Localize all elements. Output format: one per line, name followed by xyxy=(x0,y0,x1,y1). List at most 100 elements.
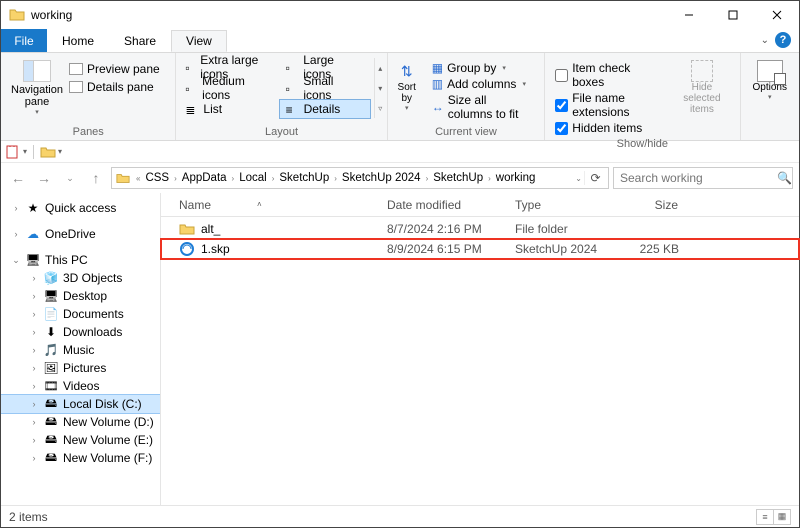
crumb[interactable]: Local xyxy=(236,172,270,184)
layout-small[interactable]: ▫Small icons xyxy=(279,78,371,98)
preview-pane-button[interactable]: Preview pane xyxy=(69,60,160,78)
size-columns-icon: ↔ xyxy=(432,100,444,114)
column-headers: Name˄ Date modified Type Size xyxy=(161,193,799,217)
search-input[interactable] xyxy=(618,170,777,186)
sort-by-button[interactable]: ⇅ Sort by ▾ xyxy=(392,56,422,124)
properties-icon[interactable] xyxy=(5,144,21,160)
group-by-button[interactable]: ▦Group by▾ xyxy=(426,60,540,76)
tree-item[interactable]: ›🖴New Volume (E:) xyxy=(1,431,160,449)
drive-icon: 🖴 xyxy=(43,415,59,429)
crumb[interactable]: working xyxy=(493,172,539,184)
tree-item[interactable]: ›🎞Videos xyxy=(1,377,160,395)
tree-item[interactable]: ›🎵Music xyxy=(1,341,160,359)
details-pane-button[interactable]: Details pane xyxy=(69,78,160,96)
crumb[interactable]: AppData xyxy=(179,172,230,184)
tab-file[interactable]: File xyxy=(1,29,47,52)
tree-item[interactable]: ›⬇Downloads xyxy=(1,323,160,341)
size-columns-button[interactable]: ↔Size all columns to fit xyxy=(426,92,540,122)
music-icon: 🎵 xyxy=(43,343,59,357)
minimize-button[interactable] xyxy=(667,1,711,29)
ribbon: Navigation pane ▾ Preview pane Details p… xyxy=(1,53,799,141)
tree-onedrive[interactable]: ›☁OneDrive xyxy=(1,225,160,243)
column-type[interactable]: Type xyxy=(507,198,607,212)
drive-icon: 🖴 xyxy=(43,397,59,411)
folder-icon[interactable] xyxy=(40,144,56,160)
status-count: 2 items xyxy=(9,510,48,524)
hide-selected-icon xyxy=(691,60,713,82)
tree-item[interactable]: ›🧊3D Objects xyxy=(1,269,160,287)
column-name[interactable]: Name˄ xyxy=(161,198,379,212)
layout-details[interactable]: ≡Details xyxy=(279,99,371,119)
search-box[interactable]: 🔍 xyxy=(613,167,793,189)
view-details-button[interactable]: ≡ xyxy=(756,509,774,525)
sort-indicator-icon: ˄ xyxy=(257,200,262,209)
refresh-button[interactable]: ⟳ xyxy=(584,171,606,185)
back-button[interactable]: ← xyxy=(7,167,29,189)
file-date: 8/9/2024 6:15 PM xyxy=(379,242,507,256)
content-area: ›★Quick access ›☁OneDrive ⌄🖥This PC ›🧊3D… xyxy=(1,193,799,505)
column-date[interactable]: Date modified xyxy=(379,198,507,212)
tree-item[interactable]: ›📄Documents xyxy=(1,305,160,323)
file-extensions-toggle[interactable]: File name extensions xyxy=(551,90,668,120)
address-bar[interactable]: « CSS› AppData› Local› SketchUp› SketchU… xyxy=(111,167,609,189)
tab-share[interactable]: Share xyxy=(109,30,171,52)
tree-quick-access[interactable]: ›★Quick access xyxy=(1,199,160,217)
layout-medium[interactable]: ▫Medium icons xyxy=(178,78,276,98)
layout-gallery[interactable]: ▫Extra large icons ▫Large icons ▴▾▿ ▫Med… xyxy=(178,55,386,124)
tree-item[interactable]: ›🖴New Volume (F:) xyxy=(1,449,160,467)
tree-item[interactable]: ›🖼Pictures xyxy=(1,359,160,377)
tab-view[interactable]: View xyxy=(171,30,227,52)
close-button[interactable] xyxy=(755,1,799,29)
window-title: working xyxy=(31,8,72,22)
details-pane-icon xyxy=(69,81,83,93)
address-dropdown-icon[interactable]: ⌄ xyxy=(573,174,584,183)
navigation-pane-button[interactable]: Navigation pane ▾ xyxy=(5,56,69,124)
view-thumbnails-button[interactable]: ▦ xyxy=(773,509,791,525)
forward-button[interactable]: → xyxy=(33,167,55,189)
downloads-icon: ⬇ xyxy=(43,325,59,339)
ribbon-collapse-chevron-icon[interactable]: ⌄ xyxy=(761,35,769,46)
navigation-tree[interactable]: ›★Quick access ›☁OneDrive ⌄🖥This PC ›🧊3D… xyxy=(1,193,161,505)
tab-home[interactable]: Home xyxy=(47,30,109,52)
crumb[interactable]: CSS xyxy=(142,172,172,184)
file-row[interactable]: 1.skp 8/9/2024 6:15 PM SketchUp 2024 225… xyxy=(161,239,799,259)
skp-icon xyxy=(179,241,195,257)
up-button[interactable]: ↑ xyxy=(85,167,107,189)
column-size[interactable]: Size xyxy=(607,198,687,212)
pc-icon: 🖥 xyxy=(25,253,41,267)
add-columns-button[interactable]: ▥Add columns▾ xyxy=(426,76,540,92)
recent-locations-button[interactable]: ⌄ xyxy=(59,167,81,189)
group-label-currentview: Current view xyxy=(388,124,544,140)
maximize-button[interactable] xyxy=(711,1,755,29)
qat-dropdown-icon[interactable]: ▾ xyxy=(58,147,62,156)
hidden-items-toggle[interactable]: Hidden items xyxy=(551,120,668,136)
file-row[interactable]: alt_ 8/7/2024 2:16 PM File folder xyxy=(161,219,799,239)
search-icon: 🔍 xyxy=(777,171,792,185)
add-columns-icon: ▥ xyxy=(432,77,443,91)
file-name: 1.skp xyxy=(201,242,230,256)
tree-item-local-disk-c[interactable]: ›🖴Local Disk (C:) xyxy=(1,395,160,413)
crumb[interactable]: SketchUp xyxy=(276,172,332,184)
options-icon xyxy=(757,60,783,82)
layout-list[interactable]: ≣List xyxy=(178,99,276,119)
options-button[interactable]: Options ▾ xyxy=(745,56,795,124)
hide-selected-button[interactable]: Hide selected items xyxy=(668,56,735,136)
tree-item[interactable]: ›🖴New Volume (D:) xyxy=(1,413,160,431)
crumb[interactable]: SketchUp xyxy=(430,172,486,184)
qat-dropdown-icon[interactable]: ▾ xyxy=(23,147,27,156)
group-label-layout: Layout xyxy=(176,124,386,140)
tree-this-pc[interactable]: ⌄🖥This PC xyxy=(1,251,160,269)
item-checkboxes-toggle[interactable]: Item check boxes xyxy=(551,60,668,90)
tree-item[interactable]: ›🖥Desktop xyxy=(1,287,160,305)
file-date: 8/7/2024 2:16 PM xyxy=(379,222,507,236)
help-icon[interactable]: ? xyxy=(775,32,791,48)
folder-icon xyxy=(9,7,25,23)
videos-icon: 🎞 xyxy=(43,379,59,393)
pictures-icon: 🖼 xyxy=(43,361,59,375)
crumb[interactable]: SketchUp 2024 xyxy=(339,172,424,184)
explorer-window: working File Home Share View ⌄ ? Navigat… xyxy=(0,0,800,528)
titlebar: working xyxy=(1,1,799,29)
group-by-icon: ▦ xyxy=(432,61,443,75)
file-size: 225 KB xyxy=(607,242,687,256)
file-name: alt_ xyxy=(201,222,220,236)
